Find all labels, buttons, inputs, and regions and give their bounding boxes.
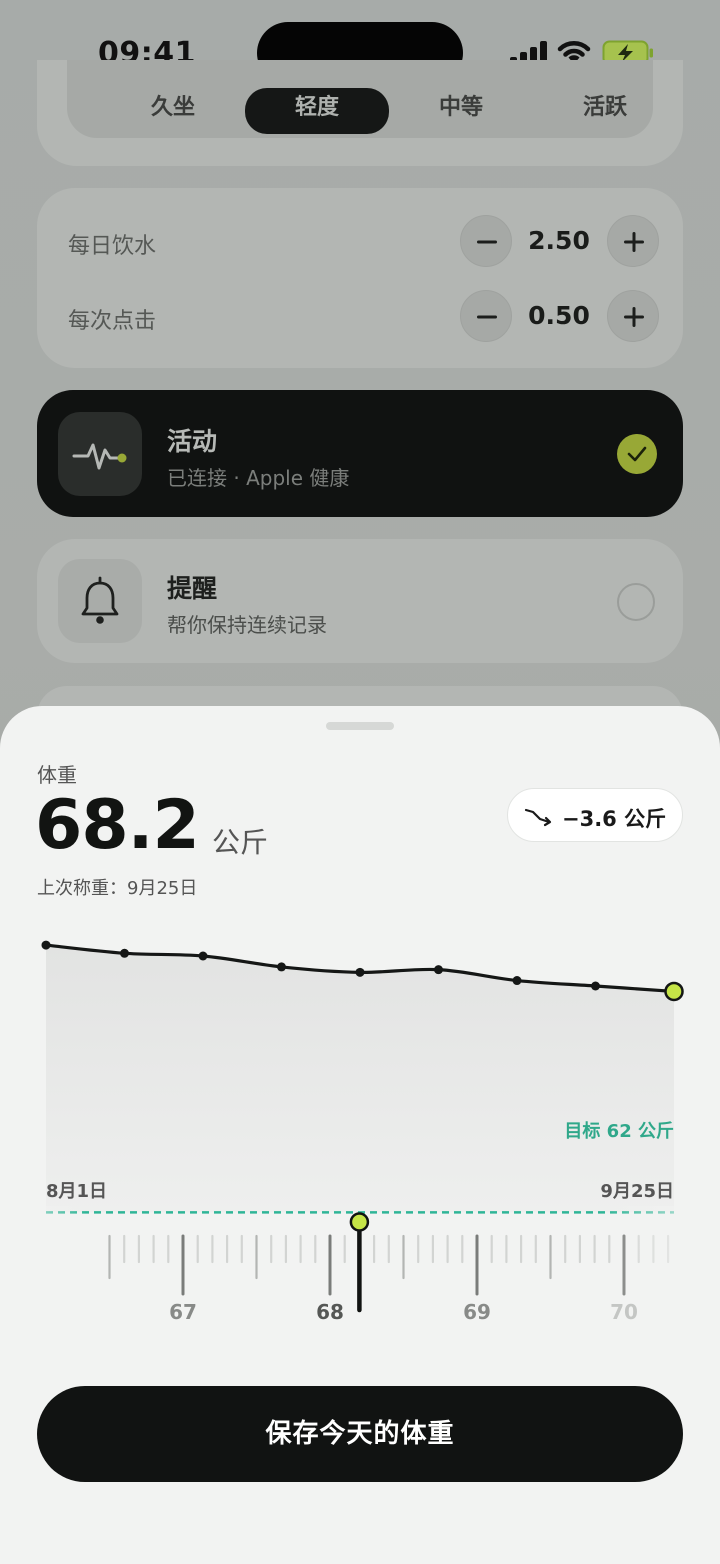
- weight-trend-value: −3.6 公斤: [562, 807, 667, 831]
- chart-point: [277, 962, 286, 972]
- plus-icon: [624, 307, 644, 327]
- chart-point: [355, 967, 365, 977]
- reminder-toggle-radio[interactable]: [617, 583, 655, 621]
- chart-start-date: 8月1日: [46, 1181, 108, 1202]
- reminder-subtitle: 帮你保持连续记录: [167, 613, 327, 637]
- ruler-indicator-knob[interactable]: [349, 1212, 370, 1232]
- activity-icon-box: [58, 412, 142, 496]
- activity-level-active[interactable]: 活跃: [533, 88, 677, 134]
- chart-end-date: 9月25日: [600, 1181, 674, 1202]
- bell-icon: [81, 576, 119, 624]
- chart-point-latest: [664, 981, 684, 1002]
- daily-water-value: 2.50: [528, 226, 590, 255]
- activity-connection-card[interactable]: 活动 已连接 · Apple 健康: [37, 390, 683, 517]
- reminder-card[interactable]: 提醒 帮你保持连续记录: [37, 539, 683, 663]
- ruler-label-67: 67: [169, 1300, 197, 1324]
- chart-point: [41, 940, 51, 950]
- activity-level-segmented-control: 久坐 轻度 中等 活跃: [67, 60, 653, 138]
- daily-water-decrement-button[interactable]: [460, 215, 512, 267]
- sheet-grabber[interactable]: [326, 722, 394, 730]
- heartbeat-icon: [72, 443, 127, 470]
- tap-water-label: 每次点击: [68, 309, 157, 334]
- trend-down-icon: [524, 808, 552, 827]
- water-settings-card: 每日饮水 2.50 每次点击 0.50: [37, 188, 683, 368]
- ruler-label-69: 69: [463, 1300, 491, 1324]
- tap-water-value: 0.50: [528, 301, 590, 330]
- plus-icon: [624, 232, 644, 252]
- weight-unit: 公斤: [212, 826, 269, 859]
- activity-title: 活动: [167, 427, 218, 456]
- daily-water-increment-button[interactable]: [607, 215, 659, 267]
- goal-label: 目标 62 公斤: [564, 1121, 674, 1142]
- minus-icon: [477, 315, 497, 319]
- chart-point: [591, 981, 600, 991]
- activity-level-light[interactable]: 轻度: [245, 88, 389, 134]
- chart-point: [512, 976, 522, 986]
- save-weight-button[interactable]: 保存今天的体重: [37, 1386, 683, 1482]
- daily-water-label: 每日饮水: [68, 234, 157, 259]
- activity-level-card: 久坐 轻度 中等 活跃: [37, 60, 683, 166]
- chart-point: [198, 951, 208, 961]
- activity-level-sedentary[interactable]: 久坐: [101, 88, 245, 134]
- weight-value: 68.2: [35, 786, 200, 865]
- activity-connected-check[interactable]: [617, 434, 657, 474]
- ruler-label-70: 70: [610, 1300, 638, 1324]
- activity-subtitle: 已连接 · Apple 健康: [167, 466, 350, 490]
- ruler-label-68: 68: [316, 1300, 344, 1324]
- chart-point: [120, 948, 129, 958]
- chart-point: [434, 965, 443, 975]
- reminder-title: 提醒: [167, 574, 218, 603]
- weight-label: 体重: [37, 763, 77, 787]
- minus-icon: [477, 240, 497, 244]
- checkmark-icon: [627, 446, 647, 462]
- last-weighed-date: 上次称重：9月25日: [37, 878, 198, 899]
- weight-trend-badge: −3.6 公斤: [507, 788, 683, 842]
- weight-bottom-sheet: 体重 68.2 公斤 上次称重：9月25日 −3.6 公斤 目标 62 公斤 8…: [0, 706, 720, 1564]
- activity-level-moderate[interactable]: 中等: [389, 88, 533, 134]
- reminder-icon-box: [58, 559, 142, 643]
- tap-water-increment-button[interactable]: [607, 290, 659, 342]
- tap-water-decrement-button[interactable]: [460, 290, 512, 342]
